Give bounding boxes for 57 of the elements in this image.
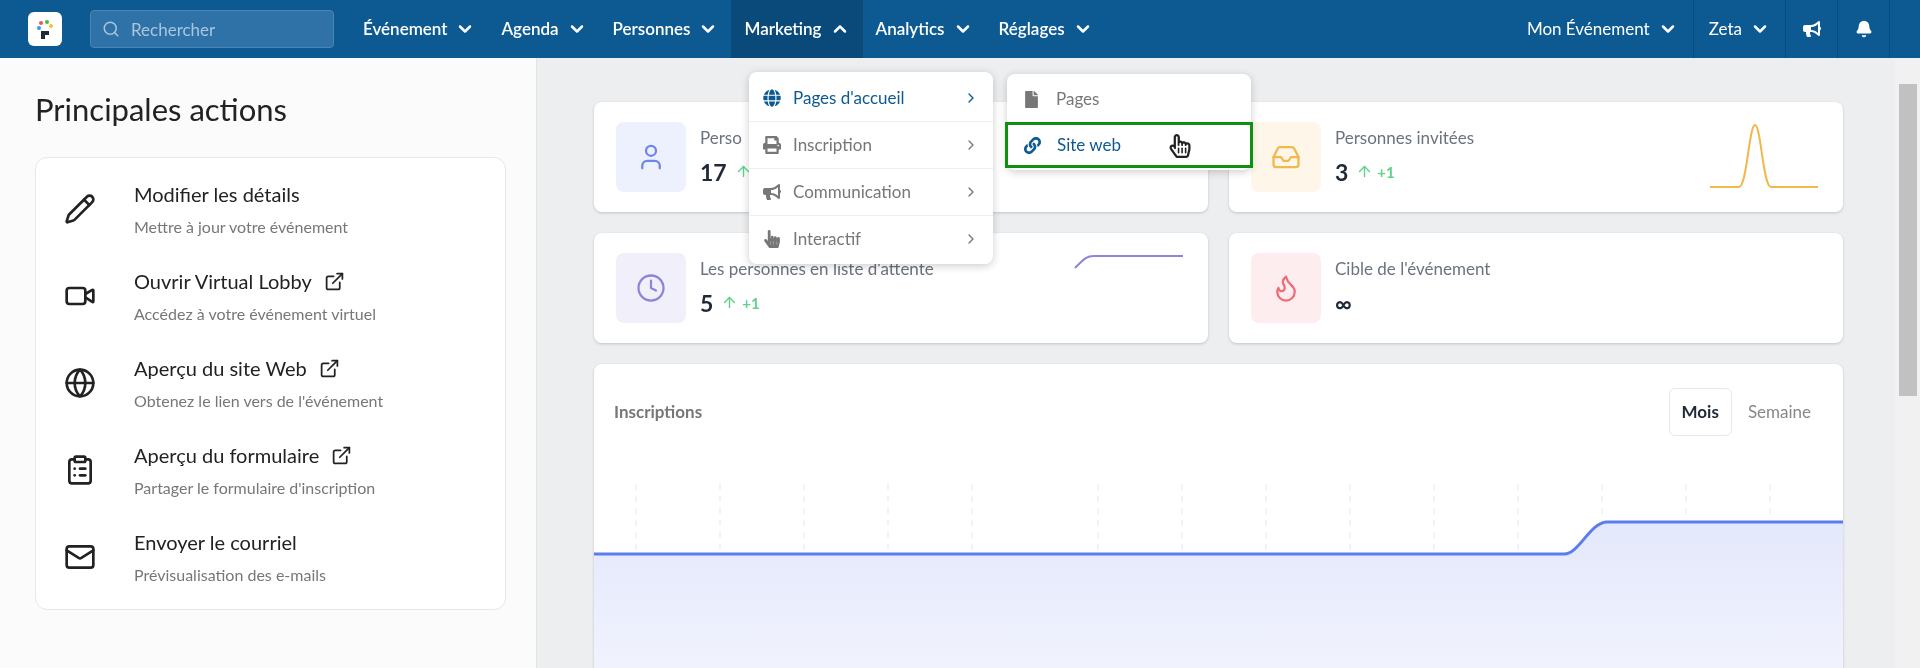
stat-value: 17 (700, 156, 727, 188)
action-subtitle: Accédez à votre événement virtuel (134, 303, 376, 325)
app-logo-icon[interactable] (28, 12, 62, 46)
action-item[interactable]: Ouvrir Virtual Lobby Accédez à votre événement virtuel (36, 252, 505, 340)
period-tab[interactable]: Semaine (1735, 388, 1823, 436)
nav-menu[interactable]: Zeta (1693, 0, 1786, 58)
bell-icon (1854, 20, 1873, 38)
megaphone-icon (763, 183, 781, 201)
action-subtitle: Prévisualisation des e-mails (134, 564, 326, 586)
action-item[interactable]: Aperçu du site Web Obtenez le lien vers de l'événement (36, 339, 505, 427)
globe-icon (763, 88, 781, 107)
stat-label: Perso (700, 126, 743, 150)
action-subtitle: Mettre à jour votre événement (134, 216, 349, 238)
menu-item[interactable]: Interactif (749, 215, 993, 262)
action-subtitle: Obtenez le lien vers de l'événement (134, 390, 384, 412)
action-item[interactable]: Modifier les détails Mettre à jour votre événement (36, 165, 505, 253)
stat-label: Cible de l'événement (1335, 257, 1491, 281)
scrollbar[interactable] (1895, 58, 1920, 668)
nav-menu[interactable]: Agenda (488, 0, 600, 58)
nav-menu[interactable]: Événement (350, 0, 489, 58)
search-field[interactable]: Rechercher (90, 10, 334, 48)
stat-value: 3 (1335, 156, 1349, 188)
nav-menu[interactable]: Personnes (599, 0, 732, 58)
action-title: Aperçu du site Web (134, 355, 307, 382)
megaphone-icon (1802, 20, 1821, 38)
stat-delta: +1 (742, 292, 760, 314)
stat-value: ∞ (1335, 287, 1352, 319)
action-item[interactable]: Aperçu du formulaire Partager le formulaire d'inscription (36, 426, 505, 514)
hand-cursor-icon (1168, 134, 1192, 158)
nav-menu[interactable]: Analytics (862, 0, 986, 58)
submenu-item[interactable]: Site web (1005, 122, 1253, 168)
stat-label: Personnes invitées (1335, 126, 1475, 150)
link-icon (1024, 136, 1041, 154)
globe-icon (64, 367, 96, 399)
action-item[interactable]: Envoyer le courriel Prévisualisation des e-mails (36, 513, 505, 601)
sidebar-title: Principales actions (35, 89, 289, 130)
search-icon (102, 20, 120, 38)
nav-menu[interactable]: Mon Événement (1511, 0, 1694, 58)
nav-menu[interactable]: Réglages (985, 0, 1106, 58)
stat-value: 5 (700, 287, 714, 319)
nav-menu[interactable]: Marketing (731, 0, 863, 58)
stat-delta: +1 (1377, 161, 1395, 183)
submenu-item[interactable]: Pages (1007, 76, 1251, 122)
action-title: Aperçu du formulaire (134, 442, 320, 469)
menu-item[interactable]: Inscription (749, 121, 993, 168)
document-icon (1023, 90, 1040, 108)
action-subtitle: Partager le formulaire d'inscription (134, 477, 376, 499)
menu-item[interactable]: Pages d'accueil (749, 74, 993, 121)
pointing-hand-icon (763, 230, 781, 248)
printer-icon (763, 136, 781, 154)
action-title: Ouvrir Virtual Lobby (134, 268, 312, 295)
period-tab[interactable]: Mois (1668, 388, 1732, 436)
pencil-icon (64, 193, 96, 225)
menu-item[interactable]: Communication (749, 168, 993, 215)
chart-title: Inscriptions (614, 400, 703, 425)
action-title: Modifier les détails (134, 181, 300, 208)
action-title: Envoyer le courriel (134, 529, 297, 556)
